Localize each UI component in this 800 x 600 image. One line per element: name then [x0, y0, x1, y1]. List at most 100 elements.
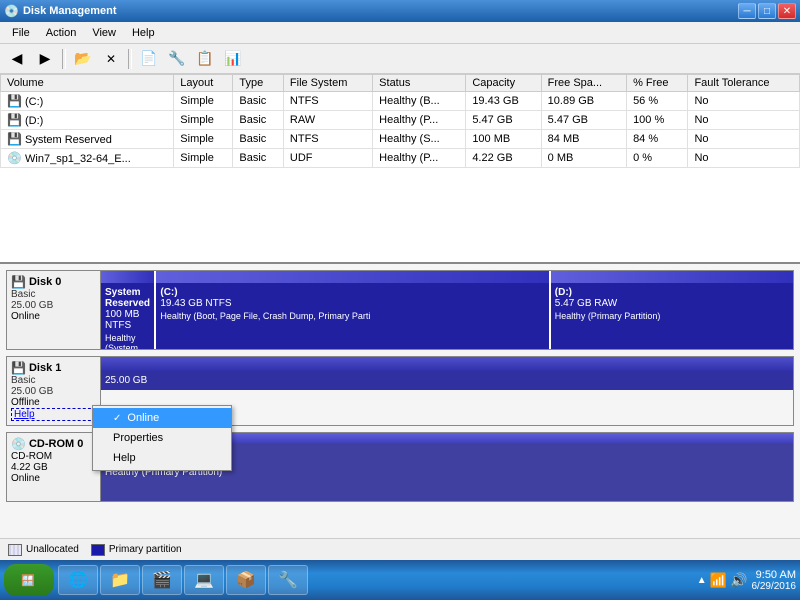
cell-fs: UDF [283, 149, 372, 168]
partition-top-bar [551, 271, 793, 283]
col-capacity[interactable]: Capacity [466, 75, 541, 92]
legend-primary: Primary partition [91, 544, 182, 556]
partition-d[interactable]: (D:) 5.47 GB RAW Healthy (Primary Partit… [551, 271, 793, 349]
partition-name: (C:) [160, 287, 544, 298]
toolbar-separator-1 [62, 49, 66, 69]
cell-status: Healthy (P... [373, 111, 466, 130]
cell-status: Healthy (S... [373, 130, 466, 149]
table-row[interactable]: 💾 (D:) Simple Basic RAW Healthy (P... 5.… [1, 111, 800, 130]
forward-button[interactable]: ▶ [32, 47, 58, 71]
cell-type: Basic [233, 92, 284, 111]
context-menu: ✓ Online Properties Help [92, 405, 232, 471]
col-type[interactable]: Type [233, 75, 284, 92]
cdrom0-label: 💿 CD-ROM 0 CD-ROM 4.22 GB Online [6, 432, 101, 502]
clock-date: 9:50 AM 6/29/2016 [752, 569, 797, 592]
cell-fault: No [688, 111, 800, 130]
cell-type: Basic [233, 130, 284, 149]
close-button[interactable]: ✕ [778, 3, 796, 19]
taskbar-app-tool1[interactable]: 📦 [226, 565, 266, 595]
ctx-item-properties[interactable]: Properties [93, 428, 231, 448]
legend: Unallocated Primary partition [0, 538, 800, 560]
cell-layout: Simple [174, 92, 233, 111]
folder-button[interactable]: 📂 [70, 47, 96, 71]
disk1-status: Offline [11, 397, 96, 408]
cell-volume: 💿 Win7_sp1_32-64_E... [1, 149, 174, 168]
cdrom0-name: 💿 CD-ROM 0 [11, 437, 96, 451]
partition-system-reserved[interactable]: System Reserved 100 MB NTFS Healthy (Sys… [101, 271, 156, 349]
disk1-main-label: 25.00 GB [105, 375, 789, 386]
cell-capacity: 19.43 GB [466, 92, 541, 111]
cell-layout: Simple [174, 111, 233, 130]
taskbar-app-terminal[interactable]: 💻 [184, 565, 224, 595]
menu-bar: File Action View Help [0, 22, 800, 44]
col-pctfree[interactable]: % Free [627, 75, 688, 92]
cell-fault: No [688, 130, 800, 149]
menu-view[interactable]: View [84, 22, 124, 43]
partition-size: 5.47 GB RAW [555, 298, 789, 309]
back-button[interactable]: ◀ [4, 47, 30, 71]
menu-file[interactable]: File [4, 22, 38, 43]
disk0-partitions: System Reserved 100 MB NTFS Healthy (Sys… [101, 270, 794, 350]
disk-icon: 💾 [11, 275, 26, 289]
col-layout[interactable]: Layout [174, 75, 233, 92]
cell-fault: No [688, 92, 800, 111]
cancel-button[interactable]: ✕ [98, 47, 124, 71]
col-volume[interactable]: Volume [1, 75, 174, 92]
tray-up-icon: ▲ [697, 575, 707, 586]
terminal-icon: 💻 [193, 569, 215, 591]
legend-unalloc-label: Unallocated [26, 544, 79, 555]
disk-map: 💾 Disk 0 Basic 25.00 GB Online System Re… [0, 264, 800, 538]
cell-volume: 💾 System Reserved [1, 130, 174, 149]
cell-pct: 84 % [627, 130, 688, 149]
settings-button[interactable]: 🔧 [164, 47, 190, 71]
taskbar-time: 9:50 AM [756, 569, 796, 581]
minimize-button[interactable]: ─ [738, 3, 756, 19]
partition-top-bar [156, 271, 548, 283]
chart-button[interactable]: 📊 [220, 47, 246, 71]
taskbar-app-ie[interactable]: 🌐 [58, 565, 98, 595]
disk-table-scroll[interactable]: Volume Layout Type File System Status Ca… [0, 74, 800, 264]
partition-top-bar [101, 271, 154, 283]
cdrom0-type: CD-ROM [11, 451, 96, 462]
properties-button[interactable]: 📄 [136, 47, 162, 71]
taskbar-apps: 🌐 📁 🎬 💻 📦 🔧 [58, 565, 697, 595]
partition-size: 19.43 GB NTFS [160, 298, 544, 309]
taskbar: 🪟 🌐 📁 🎬 💻 📦 🔧 ▲ 📶 🔊 9:50 AM 6/29/2016 [0, 560, 800, 600]
table-row[interactable]: 💾 System Reserved Simple Basic NTFS Heal… [1, 130, 800, 149]
partition-c[interactable]: (C:) 19.43 GB NTFS Healthy (Boot, Page F… [156, 271, 550, 349]
disk1-type: Basic [11, 375, 96, 386]
disk0-row: 💾 Disk 0 Basic 25.00 GB Online System Re… [6, 270, 794, 350]
maximize-button[interactable]: □ [758, 3, 776, 19]
cell-volume: 💾 (D:) [1, 111, 174, 130]
cell-capacity: 100 MB [466, 130, 541, 149]
col-status[interactable]: Status [373, 75, 466, 92]
col-freespace[interactable]: Free Spa... [541, 75, 626, 92]
taskbar-app-folder[interactable]: 📁 [100, 565, 140, 595]
cell-volume: 💾 (C:) [1, 92, 174, 111]
partition-size: 100 MB NTFS [105, 309, 150, 331]
folder-icon: 📁 [109, 569, 131, 591]
disk1-help-link[interactable]: Help [11, 408, 96, 421]
col-filesystem[interactable]: File System [283, 75, 372, 92]
partition-name: System Reserved [105, 287, 150, 309]
cdrom0-size: 4.22 GB [11, 462, 96, 473]
cell-pct: 0 % [627, 149, 688, 168]
col-faulttol[interactable]: Fault Tolerance [688, 75, 800, 92]
disk1-top-bar [101, 357, 793, 371]
menu-help[interactable]: Help [124, 22, 163, 43]
cell-type: Basic [233, 149, 284, 168]
ctx-properties-label: Properties [113, 432, 163, 444]
ctx-item-help[interactable]: Help [93, 448, 231, 468]
menu-action[interactable]: Action [38, 22, 85, 43]
cell-capacity: 4.22 GB [466, 149, 541, 168]
table-row[interactable]: 💿 Win7_sp1_32-64_E... Simple Basic UDF H… [1, 149, 800, 168]
taskbar-app-media[interactable]: 🎬 [142, 565, 182, 595]
cell-type: Basic [233, 111, 284, 130]
table-row[interactable]: 💾 (C:) Simple Basic NTFS Healthy (B... 1… [1, 92, 800, 111]
taskbar-app-tool2[interactable]: 🔧 [268, 565, 308, 595]
cell-pct: 56 % [627, 92, 688, 111]
ctx-item-online[interactable]: ✓ Online [93, 408, 231, 428]
help-button[interactable]: 📋 [192, 47, 218, 71]
start-button[interactable]: 🪟 [4, 564, 54, 596]
disk0-label: 💾 Disk 0 Basic 25.00 GB Online [6, 270, 101, 350]
